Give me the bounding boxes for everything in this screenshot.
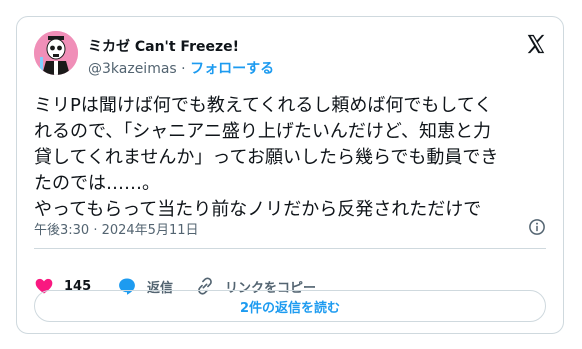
tweet-line: たのでは……。 bbox=[34, 173, 160, 194]
author-name[interactable]: ミカゼ Can't Freeze! bbox=[88, 36, 239, 56]
tweet-line: れるので、「シャニアニ盛り上げたいんだけど、知恵と力 bbox=[34, 121, 492, 142]
tweet-card: ミカゼ Can't Freeze! @3kazeimas · フォローする ミリ… bbox=[16, 16, 564, 334]
tweet-line: 貸してくれませんか」ってお願いしたら幾らでも動員でき bbox=[34, 147, 499, 168]
divider bbox=[34, 248, 546, 249]
follow-button[interactable]: フォローする bbox=[190, 61, 274, 77]
tweet-body: ミリPは聞けば何でも教えてくれるし頼めば何でもしてく れるので、「シャニアニ盛り… bbox=[34, 93, 554, 223]
info-icon[interactable] bbox=[528, 218, 546, 236]
x-logo-icon[interactable] bbox=[525, 33, 547, 55]
author-subline: @3kazeimas · フォローする bbox=[88, 58, 274, 78]
separator-dot: · bbox=[181, 61, 186, 77]
tweet-line: ミリPは聞けば何でも教えてくれるし頼めば何でもしてく bbox=[34, 95, 493, 116]
author-handle[interactable]: @3kazeimas bbox=[88, 61, 177, 77]
avatar[interactable] bbox=[34, 31, 78, 75]
read-replies-button[interactable]: 2件の返信を読む bbox=[34, 290, 546, 322]
avatar-skull-icon bbox=[34, 31, 78, 75]
tweet-timestamp[interactable]: 午後3:30 · 2024年5月11日 bbox=[34, 219, 199, 238]
